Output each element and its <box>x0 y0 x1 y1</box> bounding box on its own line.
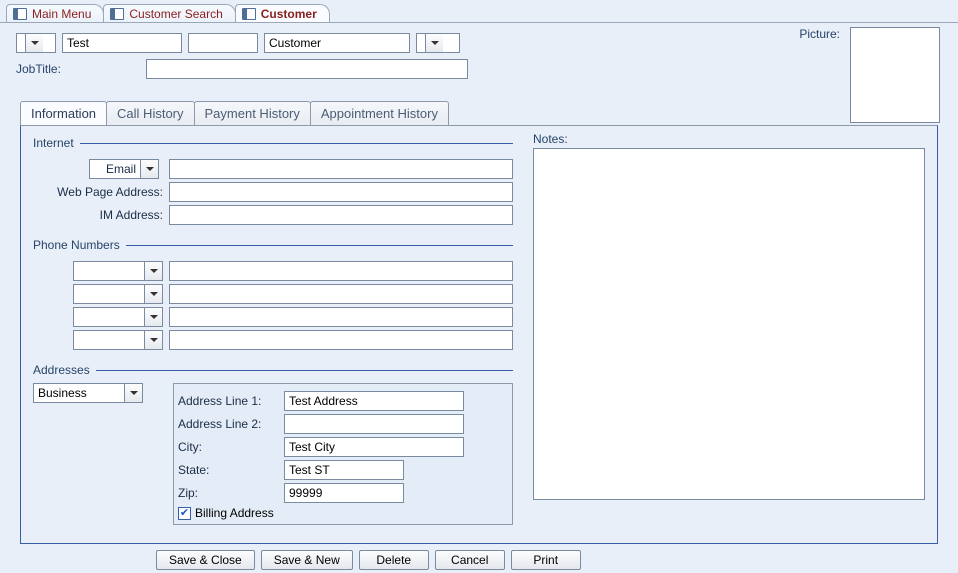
phone-type-value <box>74 285 144 303</box>
address-type-combo[interactable]: Business <box>33 383 143 403</box>
addr-city-label: City: <box>178 440 278 454</box>
cancel-button[interactable]: Cancel <box>435 550 505 570</box>
picture-area: Picture: <box>799 27 940 123</box>
jobtitle-label: JobTitle: <box>16 62 140 76</box>
chevron-down-icon[interactable] <box>124 384 142 402</box>
group-legend: Phone Numbers <box>33 238 126 252</box>
phone-type-combo[interactable] <box>73 307 163 327</box>
prefix-value <box>17 34 25 52</box>
web-input[interactable] <box>169 182 513 202</box>
phone-type-combo[interactable] <box>73 261 163 281</box>
group-legend: Internet <box>33 136 80 150</box>
picture-label: Picture: <box>799 27 840 41</box>
print-button[interactable]: Print <box>511 550 581 570</box>
phone-type-value <box>74 331 144 349</box>
window-tab-label: Customer <box>261 7 317 21</box>
group-addresses: Addresses Business Address Line 1: Test <box>33 363 513 525</box>
phone-type-value <box>74 262 144 280</box>
addr-zip-input[interactable]: 99999 <box>284 483 404 503</box>
phone-input[interactable] <box>169 330 513 350</box>
delete-button[interactable]: Delete <box>359 550 429 570</box>
form-icon <box>13 8 27 20</box>
first-name-input[interactable]: Test <box>62 33 182 53</box>
notes-label: Notes: <box>533 132 568 146</box>
chevron-down-icon[interactable] <box>144 308 162 326</box>
suffix-value <box>417 34 425 52</box>
save-close-button[interactable]: Save & Close <box>156 550 255 570</box>
chevron-down-icon[interactable] <box>425 34 443 52</box>
form-icon <box>110 8 124 20</box>
addr-line1-label: Address Line 1: <box>178 394 278 408</box>
tab-call-history[interactable]: Call History <box>106 101 194 125</box>
window-tab-label: Customer Search <box>129 7 222 21</box>
last-name-input[interactable]: Customer <box>264 33 410 53</box>
window-tab-main-menu[interactable]: Main Menu <box>6 4 104 23</box>
email-type-combo[interactable]: Email <box>89 159 159 179</box>
middle-name-input[interactable] <box>188 33 258 53</box>
window-tab-customer[interactable]: Customer <box>235 4 330 23</box>
phone-input[interactable] <box>169 261 513 281</box>
im-label: IM Address: <box>33 208 163 222</box>
tab-payment-history[interactable]: Payment History <box>194 101 311 125</box>
chevron-down-icon[interactable] <box>140 160 158 178</box>
phone-type-combo[interactable] <box>73 284 163 304</box>
addr-zip-label: Zip: <box>178 486 278 500</box>
phone-input[interactable] <box>169 307 513 327</box>
picture-box[interactable] <box>850 27 940 123</box>
notes-input[interactable] <box>533 148 925 500</box>
address-type-value: Business <box>34 384 124 402</box>
chevron-down-icon[interactable] <box>144 331 162 349</box>
addr-line2-label: Address Line 2: <box>178 417 278 431</box>
chevron-down-icon[interactable] <box>25 34 43 52</box>
billing-label: Billing Address <box>195 506 274 520</box>
chevron-down-icon[interactable] <box>144 262 162 280</box>
group-phone: Phone Numbers <box>33 238 513 353</box>
email-type-value: Email <box>90 160 140 178</box>
group-legend: Addresses <box>33 363 96 377</box>
phone-input[interactable] <box>169 284 513 304</box>
information-page: Internet Email Web Page Address: <box>20 125 938 544</box>
form-body: Test Customer JobTitle: Picture: Informa… <box>0 22 958 573</box>
suffix-combo[interactable] <box>416 33 460 53</box>
addr-line2-input[interactable] <box>284 414 464 434</box>
checkbox-icon[interactable]: ✔ <box>178 507 191 520</box>
prefix-combo[interactable] <box>16 33 56 53</box>
email-input[interactable] <box>169 159 513 179</box>
address-panel: Address Line 1: Test Address Address Lin… <box>173 383 513 525</box>
addr-state-input[interactable]: Test ST <box>284 460 404 480</box>
billing-checkbox-row[interactable]: ✔ Billing Address <box>178 506 508 520</box>
chevron-down-icon[interactable] <box>144 285 162 303</box>
tab-appointment-history[interactable]: Appointment History <box>310 101 449 125</box>
im-input[interactable] <box>169 205 513 225</box>
save-new-button[interactable]: Save & New <box>261 550 353 570</box>
group-internet: Internet Email Web Page Address: <box>33 136 513 228</box>
addr-state-label: State: <box>178 463 278 477</box>
button-row: Save & Close Save & New Delete Cancel Pr… <box>156 550 942 570</box>
window-tab-label: Main Menu <box>32 7 91 21</box>
addr-city-input[interactable]: Test City <box>284 437 464 457</box>
addr-line1-input[interactable]: Test Address <box>284 391 464 411</box>
window-tab-bar: Main Menu Customer Search Customer <box>0 0 958 22</box>
window-tab-customer-search[interactable]: Customer Search <box>103 4 235 23</box>
tab-information[interactable]: Information <box>20 101 107 125</box>
phone-type-value <box>74 308 144 326</box>
jobtitle-input[interactable] <box>146 59 468 79</box>
form-icon <box>242 8 256 20</box>
web-label: Web Page Address: <box>33 185 163 199</box>
phone-type-combo[interactable] <box>73 330 163 350</box>
